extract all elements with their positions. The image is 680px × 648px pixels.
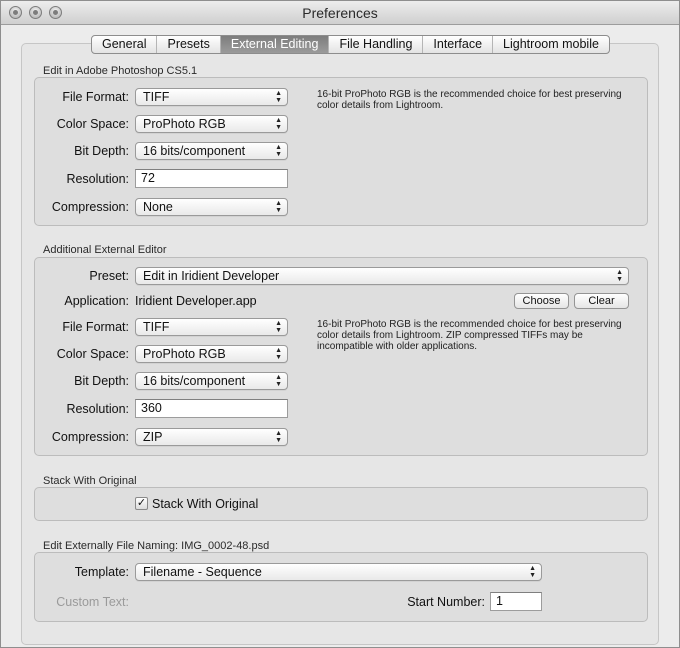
photoshop-resolution-input[interactable]: 72: [135, 169, 288, 188]
additional-color-space-label: Color Space:: [56, 347, 129, 361]
photoshop-bit-depth-value: 16 bits/component: [143, 144, 246, 158]
tab-lightroom-mobile[interactable]: Lightroom mobile: [493, 36, 609, 53]
preferences-window: Preferences General Presets External Edi…: [0, 0, 680, 648]
template-select[interactable]: Filename - Sequence ▲ ▼: [135, 563, 542, 581]
additional-bit-depth-value: 16 bits/component: [143, 374, 246, 388]
file-naming-section-header: Edit Externally File Naming: IMG_0002-48…: [43, 540, 270, 552]
photoshop-recommendation-note: 16-bit ProPhoto RGB is the recommended c…: [317, 89, 622, 111]
photoshop-color-space-value: ProPhoto RGB: [143, 117, 226, 131]
stack-with-original-label: Stack With Original: [152, 497, 259, 511]
additional-color-space-select[interactable]: ProPhoto RGB ▲ ▼: [135, 345, 288, 363]
select-arrows-icon: ▲ ▼: [275, 320, 282, 334]
photoshop-compression-select[interactable]: None ▲ ▼: [135, 198, 288, 216]
additional-file-format-select[interactable]: TIFF ▲ ▼: [135, 318, 288, 336]
template-value: Filename - Sequence: [143, 565, 262, 579]
additional-bit-depth-label: Bit Depth:: [74, 374, 129, 388]
choose-button[interactable]: Choose: [514, 293, 569, 309]
select-arrows-icon: ▲ ▼: [275, 200, 282, 214]
photoshop-file-format-select[interactable]: TIFF ▲ ▼: [135, 88, 288, 106]
additional-color-space-value: ProPhoto RGB: [143, 347, 226, 361]
additional-resolution-input[interactable]: 360: [135, 399, 288, 418]
additional-compression-value: ZIP: [143, 430, 163, 444]
photoshop-compression-label: Compression:: [51, 200, 129, 214]
additional-resolution-label: Resolution:: [66, 402, 129, 416]
tab-external-editing[interactable]: External Editing: [220, 36, 330, 53]
select-arrows-icon: ▲ ▼: [275, 374, 282, 388]
tab-interface[interactable]: Interface: [423, 36, 494, 53]
custom-text-label: Custom Text:: [56, 595, 129, 609]
photoshop-color-space-label: Color Space:: [56, 117, 129, 131]
additional-file-format-value: TIFF: [143, 320, 170, 334]
start-number-label: Start Number:: [407, 595, 485, 609]
select-arrows-icon: ▲ ▼: [616, 269, 623, 283]
photoshop-bit-depth-label: Bit Depth:: [74, 144, 129, 158]
additional-compression-select[interactable]: ZIP ▲ ▼: [135, 428, 288, 446]
window-title: Preferences: [302, 5, 378, 21]
additional-file-format-label: File Format:: [62, 320, 129, 334]
photoshop-compression-value: None: [143, 200, 173, 214]
application-value: Iridient Developer.app: [135, 294, 257, 308]
preset-label: Preset:: [89, 269, 129, 283]
photoshop-resolution-label: Resolution:: [66, 172, 129, 186]
photoshop-bit-depth-select[interactable]: 16 bits/component ▲ ▼: [135, 142, 288, 160]
select-arrows-icon: ▲ ▼: [275, 347, 282, 361]
additional-bit-depth-select[interactable]: 16 bits/component ▲ ▼: [135, 372, 288, 390]
photoshop-file-format-value: TIFF: [143, 90, 170, 104]
select-arrows-icon: ▲ ▼: [275, 144, 282, 158]
tab-file-handling[interactable]: File Handling: [329, 36, 424, 53]
photoshop-file-format-label: File Format:: [62, 90, 129, 104]
select-arrows-icon: ▲ ▼: [275, 430, 282, 444]
select-arrows-icon: ▲ ▼: [275, 117, 282, 131]
additional-compression-label: Compression:: [51, 430, 129, 444]
stack-with-original-checkbox[interactable]: ✓: [135, 497, 148, 510]
additional-recommendation-note: 16-bit ProPhoto RGB is the recommended c…: [317, 319, 622, 352]
stack-group-box: [34, 487, 648, 521]
additional-editor-section-header: Additional External Editor: [43, 244, 167, 256]
clear-button[interactable]: Clear: [574, 293, 629, 309]
select-arrows-icon: ▲ ▼: [275, 90, 282, 104]
tab-bar: General Presets External Editing File Ha…: [91, 35, 610, 54]
tab-presets[interactable]: Presets: [157, 36, 221, 53]
title-bar: Preferences: [1, 1, 679, 25]
photoshop-color-space-select[interactable]: ProPhoto RGB ▲ ▼: [135, 115, 288, 133]
template-label: Template:: [74, 565, 129, 579]
start-number-input[interactable]: 1: [490, 592, 542, 611]
photoshop-section-header: Edit in Adobe Photoshop CS5.1: [43, 65, 198, 77]
tab-general[interactable]: General: [92, 36, 158, 53]
application-label: Application:: [64, 294, 129, 308]
stack-section-header: Stack With Original: [43, 475, 137, 487]
preset-select[interactable]: Edit in Iridient Developer ▲ ▼: [135, 267, 629, 285]
preset-value: Edit in Iridient Developer: [143, 269, 280, 283]
select-arrows-icon: ▲ ▼: [529, 565, 536, 579]
